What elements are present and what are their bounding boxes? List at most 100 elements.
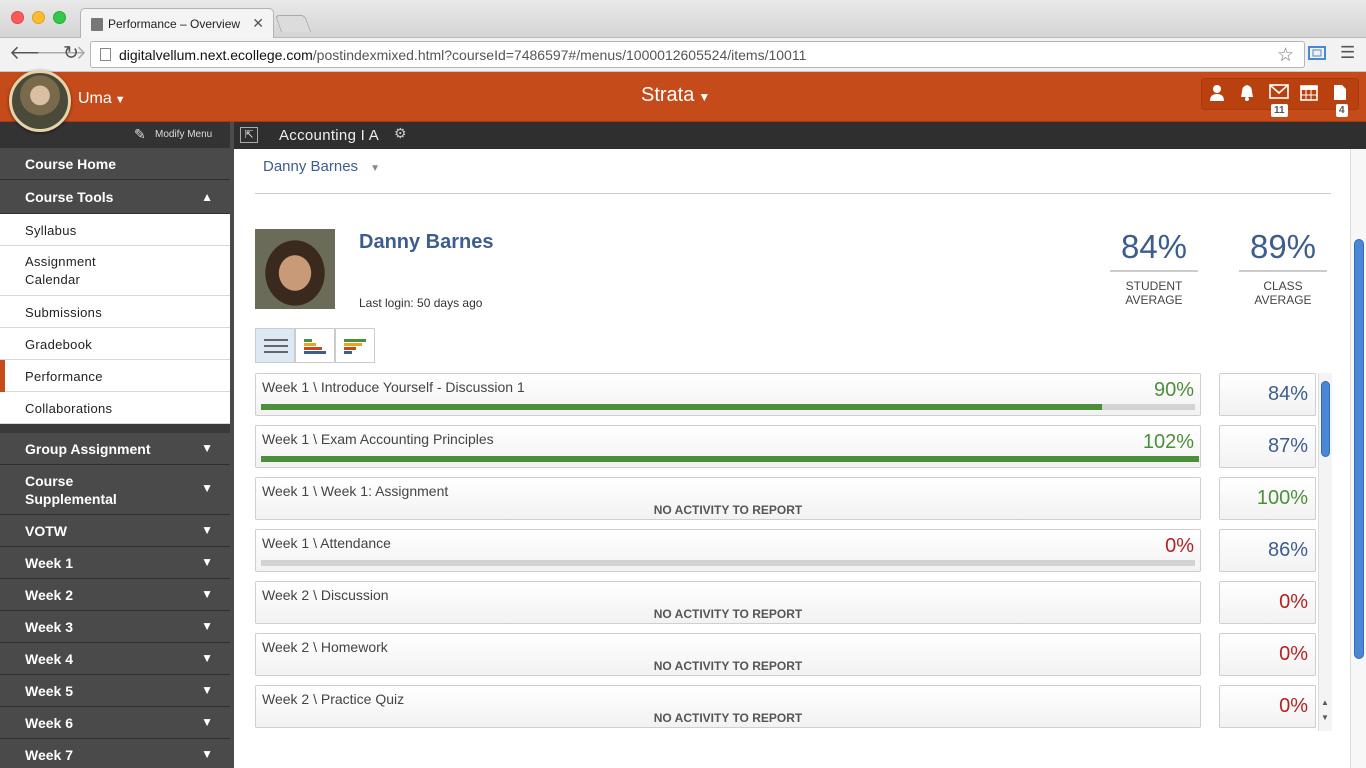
no-activity-label: NO ACTIVITY TO REPORT (653, 503, 803, 517)
caret-down-icon: ▼ (698, 90, 711, 104)
chevron-down-icon: ▼ (201, 747, 213, 761)
sidebar-item-week-1[interactable]: Week 1 ▼ (0, 547, 230, 579)
pencil-icon: ✎ (134, 126, 146, 142)
class-average-cell: 0% (1219, 581, 1316, 624)
sidebar-item-course-supplemental[interactable]: Course Supplemental ▼ (0, 465, 230, 515)
messages-envelope-icon[interactable] (1267, 84, 1291, 104)
page-favicon-icon (91, 18, 103, 31)
chrome-menu-icon[interactable]: ☰ (1340, 43, 1355, 63)
scroll-down-arrow-icon[interactable]: ▼ (1321, 713, 1329, 722)
profile-icon[interactable] (1205, 84, 1229, 104)
close-tab-icon[interactable]: ✕ (252, 15, 264, 32)
collapse-sidebar-icon[interactable]: ⇱ (240, 127, 258, 143)
sidebar-item-week-2[interactable]: Week 2 ▼ (0, 579, 230, 611)
scroll-up-arrow-icon[interactable]: ▲ (1321, 698, 1329, 707)
bar-chart-icon (304, 339, 326, 354)
list-scrollbar[interactable]: ▲ ▼ (1318, 373, 1332, 731)
sidebar-item-syllabus[interactable]: Syllabus (0, 214, 230, 246)
sidebar: ✎ Modify Menu Course Home Course Tools ▲… (0, 122, 230, 768)
new-tab-button[interactable] (274, 15, 312, 32)
sidebar-item-week-4[interactable]: Week 4 ▼ (0, 643, 230, 675)
student-photo (255, 229, 335, 309)
sidebar-item-week-6[interactable]: Week 6 ▼ (0, 707, 230, 739)
assignment-score: 90% (1153, 379, 1194, 401)
progress-fill (261, 404, 1102, 410)
chevron-down-icon: ▼ (201, 683, 213, 697)
tab-title: Performance – Overview (108, 17, 241, 31)
class-average-cell: 84% (1219, 373, 1316, 416)
page-scrollbar[interactable] (1350, 149, 1366, 768)
sidebar-item-performance[interactable]: Performance (0, 360, 230, 392)
user-menu[interactable]: Uma ▼ (78, 90, 126, 108)
chevron-up-icon: ▲ (201, 190, 213, 204)
student-selector[interactable]: Danny Barnes ▼ (263, 158, 380, 175)
zoom-window-button[interactable] (53, 11, 66, 24)
reload-icon[interactable]: ↻ (63, 43, 79, 65)
url-text[interactable]: digitalvellum.next.ecollege.com/postinde… (119, 47, 806, 63)
student-average: 84% STUDENT AVERAGE (1110, 227, 1198, 307)
assignment-score: 102% (1142, 431, 1194, 453)
caret-down-icon: ▼ (370, 163, 380, 174)
progress-fill (261, 456, 1199, 462)
gear-icon[interactable]: ⚙ (394, 125, 407, 142)
bookmark-star-icon[interactable]: ☆ (1277, 44, 1294, 67)
assignment-row[interactable]: Week 2 \ Homework NO ACTIVITY TO REPORT (255, 633, 1201, 676)
sidebar-item-week-7[interactable]: Week 7 ▼ (0, 739, 230, 768)
avatar[interactable] (9, 70, 71, 132)
address-bar[interactable]: digitalvellum.next.ecollege.com/postinde… (90, 41, 1305, 68)
fullscreen-icon[interactable] (1307, 45, 1327, 66)
documents-icon[interactable] (1328, 84, 1352, 104)
brand-menu[interactable]: Strata ▼ (641, 84, 710, 107)
assignment-name: Week 1 \ Week 1: Assignment (262, 483, 449, 499)
assignment-row[interactable]: Week 1 \ Exam Accounting Principles 102% (255, 425, 1201, 468)
class-average-cell: 0% (1219, 633, 1316, 676)
notifications-bell-icon[interactable] (1235, 84, 1259, 104)
sidebar-item-votw[interactable]: VOTW ▼ (0, 515, 230, 547)
sidebar-item-gradebook[interactable]: Gradebook (0, 328, 230, 360)
no-activity-label: NO ACTIVITY TO REPORT (653, 607, 803, 621)
sidebar-item-week-5[interactable]: Week 5 ▼ (0, 675, 230, 707)
assignment-row[interactable]: Week 2 \ Discussion NO ACTIVITY TO REPOR… (255, 581, 1201, 624)
assignment-row[interactable]: Week 2 \ Practice Quiz NO ACTIVITY TO RE… (255, 685, 1201, 728)
list-view-button[interactable] (255, 328, 295, 363)
chevron-down-icon: ▼ (201, 523, 213, 537)
no-activity-label: NO ACTIVITY TO REPORT (653, 659, 803, 673)
chevron-down-icon: ▼ (201, 619, 213, 633)
assignment-row[interactable]: Week 1 \ Week 1: Assignment NO ACTIVITY … (255, 477, 1201, 520)
forward-arrow-icon[interactable]: 🡒 (36, 43, 87, 65)
page-scrollbar-thumb[interactable] (1354, 239, 1364, 659)
chevron-down-icon: ▼ (201, 587, 213, 601)
class-average-cell: 86% (1219, 529, 1316, 572)
modify-menu-label: Modify Menu (155, 129, 213, 140)
sidebar-item-submissions[interactable]: Submissions (0, 296, 230, 328)
list-scrollbar-thumb[interactable] (1321, 381, 1330, 457)
sidebar-item-group-assignment[interactable]: Group Assignment ▼ (0, 433, 230, 465)
no-activity-label: NO ACTIVITY TO REPORT (653, 711, 803, 725)
assignment-name: Week 2 \ Homework (262, 639, 388, 655)
comparison-view-button[interactable] (335, 328, 375, 363)
calendar-icon[interactable] (1297, 84, 1321, 104)
sidebar-item-collaborations[interactable]: Collaborations (0, 392, 230, 424)
progress-bar (261, 456, 1199, 462)
assignment-row[interactable]: Week 1 \ Attendance 0% (255, 529, 1201, 572)
performance-overview: Danny Barnes ▼ Danny Barnes Last login: 5… (234, 149, 1350, 768)
course-title: Accounting I A (279, 127, 380, 144)
assignment-name: Week 2 \ Discussion (262, 587, 389, 603)
sidebar-item-assignment-calendar[interactable]: Assignment Calendar (0, 246, 230, 296)
assignment-name: Week 1 \ Introduce Yourself - Discussion… (262, 379, 525, 395)
assignment-name: Week 1 \ Attendance (262, 535, 391, 551)
assignment-name: Week 2 \ Practice Quiz (262, 691, 405, 707)
bar-chart-view-button[interactable] (295, 328, 335, 363)
student-name: Danny Barnes (359, 231, 494, 253)
browser-tab-active[interactable]: Performance – Overview ✕ (80, 8, 274, 38)
sidebar-item-week-3[interactable]: Week 3 ▼ (0, 611, 230, 643)
close-window-button[interactable] (11, 11, 24, 24)
sidebar-item-course-tools[interactable]: Course Tools ▲ (0, 180, 230, 214)
progress-bar (261, 404, 1195, 410)
last-login: Last login: 50 days ago (359, 296, 483, 310)
documents-count-badge: 4 (1336, 104, 1348, 117)
minimize-window-button[interactable] (32, 11, 45, 24)
sidebar-item-course-home[interactable]: Course Home (0, 148, 230, 180)
class-average-cell: 87% (1219, 425, 1316, 468)
assignment-row[interactable]: Week 1 \ Introduce Yourself - Discussion… (255, 373, 1201, 416)
